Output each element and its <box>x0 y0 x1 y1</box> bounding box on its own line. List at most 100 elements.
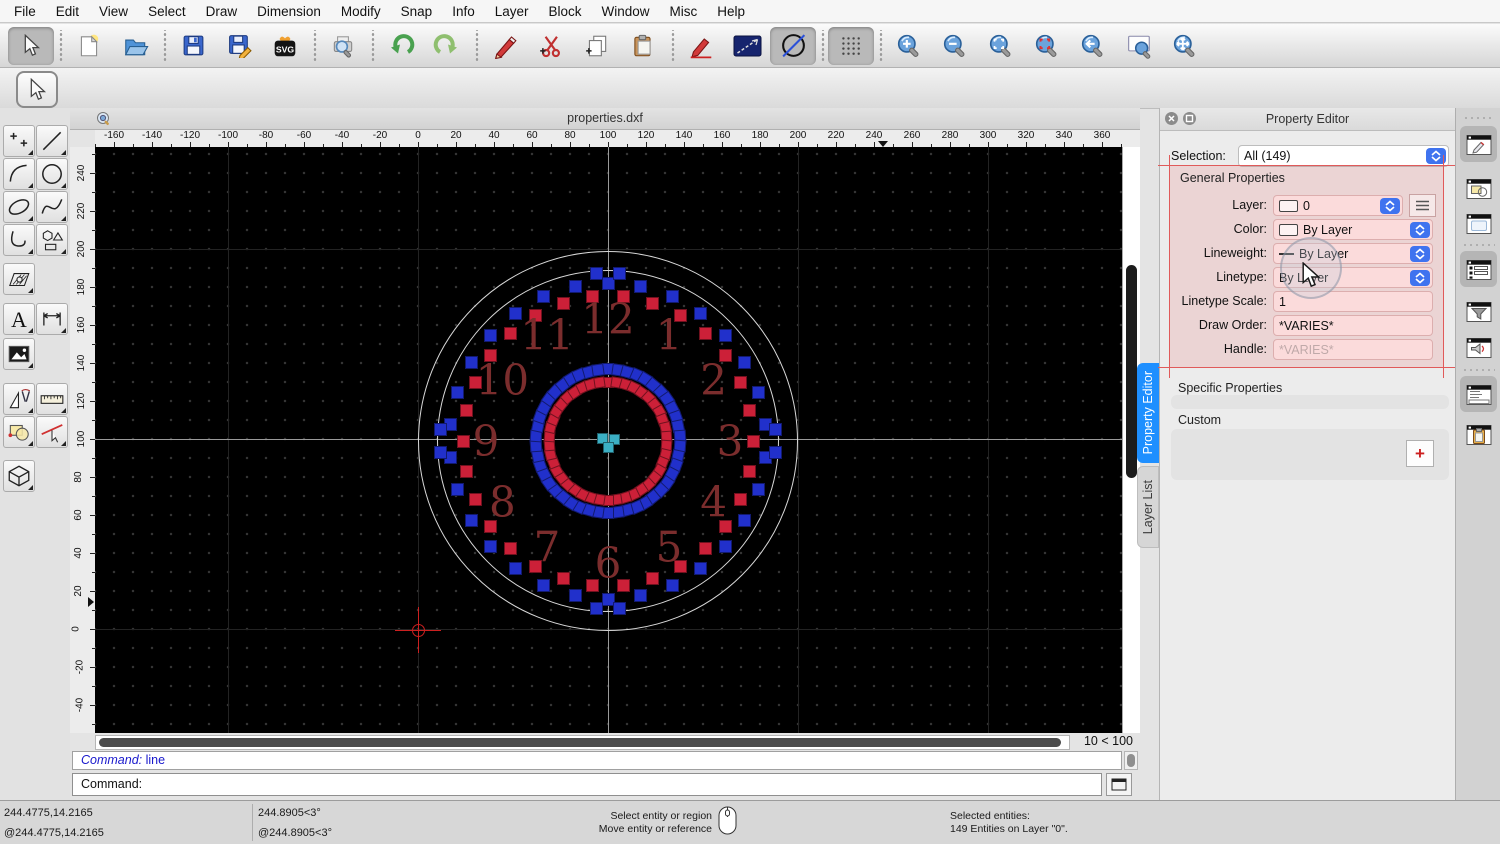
add-custom-property-button[interactable]: + <box>1406 440 1434 467</box>
tab-layer-list[interactable]: Layer List <box>1137 466 1159 548</box>
save-file-button[interactable] <box>170 27 216 65</box>
clock-square <box>613 267 626 280</box>
line-tool-button[interactable] <box>36 125 68 157</box>
command-window-toggle-button[interactable] <box>1106 773 1132 796</box>
command-history-scrollbar[interactable] <box>1124 751 1138 770</box>
image-tool-button[interactable] <box>3 338 35 370</box>
shapes-window-toggle-button[interactable] <box>1460 170 1497 206</box>
color-field[interactable]: By Layer <box>1273 219 1433 240</box>
save-as-button[interactable] <box>216 27 262 65</box>
clock-square <box>734 376 747 389</box>
menu-item-modify[interactable]: Modify <box>331 0 391 23</box>
save-file-icon <box>181 33 206 58</box>
layer-menu-button[interactable] <box>1409 194 1436 217</box>
zoom-in-button[interactable] <box>886 27 932 65</box>
undo-button[interactable] <box>378 27 424 65</box>
command-history-label: Command: <box>81 753 142 767</box>
menu-item-edit[interactable]: Edit <box>46 0 89 23</box>
command-window-toggle-button[interactable] <box>1460 376 1497 412</box>
command-input[interactable]: Command: <box>72 773 1102 796</box>
zoom-out-button[interactable] <box>932 27 978 65</box>
zoom-out-icon <box>942 33 968 59</box>
tab-property-editor[interactable]: Property Editor <box>1137 363 1159 463</box>
zoom-selection-button[interactable] <box>1024 27 1070 65</box>
combo-stepper[interactable] <box>1410 246 1430 262</box>
points-tool-button[interactable] <box>3 125 35 157</box>
menu-item-dimension[interactable]: Dimension <box>247 0 331 23</box>
selection-combo[interactable]: All (149) <box>1238 145 1449 167</box>
active-select-tool-button[interactable] <box>16 71 58 108</box>
draw-order-field[interactable]: *VARIES* <box>1273 315 1433 336</box>
menu-item-info[interactable]: Info <box>442 0 485 23</box>
menu-item-draw[interactable]: Draw <box>196 0 248 23</box>
menu-item-window[interactable]: Window <box>592 0 660 23</box>
list-window-toggle-button[interactable] <box>1460 251 1497 287</box>
line-icon <box>39 128 65 154</box>
clock-number: 9 <box>473 417 500 466</box>
copy-button[interactable] <box>574 27 620 65</box>
speaker-window-toggle-button[interactable] <box>1460 329 1497 365</box>
menu-item-view[interactable]: View <box>89 0 138 23</box>
canvas-horizontal-scrollbar[interactable] <box>95 735 1070 750</box>
combo-stepper[interactable] <box>1380 198 1400 214</box>
zoom-pan-button[interactable] <box>1162 27 1208 65</box>
redo-button[interactable] <box>424 27 470 65</box>
handle-field[interactable]: *VARIES* <box>1273 339 1433 360</box>
pro-tools-tool-button[interactable] <box>3 383 35 415</box>
ruler-label: 240 <box>76 165 87 182</box>
draw-freehand-button[interactable] <box>678 27 724 65</box>
combo-stepper[interactable] <box>1410 270 1430 286</box>
clock-square <box>634 280 647 293</box>
cut-button[interactable] <box>528 27 574 65</box>
menu-item-help[interactable]: Help <box>707 0 755 23</box>
zoom-window-button[interactable] <box>1116 27 1162 65</box>
clipboard-window-toggle-button[interactable] <box>1460 416 1497 452</box>
menu-item-layer[interactable]: Layer <box>485 0 539 23</box>
polyline-tool-button[interactable] <box>3 224 35 256</box>
document-titlebar[interactable]: properties.dxf <box>70 108 1140 130</box>
new-file-button[interactable] <box>66 27 112 65</box>
blank-window-toggle-button[interactable] <box>1460 205 1497 241</box>
zoom-previous-button[interactable] <box>1070 27 1116 65</box>
command-history-scroll-thumb[interactable] <box>1127 754 1135 767</box>
selection-box-button[interactable] <box>724 27 770 65</box>
dimension-tool-button[interactable] <box>36 303 68 335</box>
zoom-auto-button[interactable] <box>978 27 1024 65</box>
ellipse-tool-button[interactable] <box>3 191 35 223</box>
spline-tool-button[interactable] <box>36 191 68 223</box>
cube-tool-button[interactable] <box>3 460 35 492</box>
circle-mode-button[interactable] <box>770 27 816 65</box>
horizontal-scroll-thumb[interactable] <box>99 738 1061 747</box>
drawing-canvas[interactable]: 121234567891011 <box>95 147 1122 733</box>
text-tool-button[interactable]: A <box>3 303 35 335</box>
block-tool-button[interactable] <box>3 416 35 448</box>
modify-attributes-tool-button[interactable] <box>36 416 68 448</box>
menu-item-block[interactable]: Block <box>539 0 592 23</box>
arc-tool-button[interactable] <box>3 158 35 190</box>
paste-button[interactable] <box>620 27 666 65</box>
menu-item-select[interactable]: Select <box>138 0 196 23</box>
menu-item-snap[interactable]: Snap <box>391 0 443 23</box>
menu-item-file[interactable]: File <box>4 0 46 23</box>
erase-button[interactable] <box>482 27 528 65</box>
toolbar-separator <box>666 30 678 62</box>
hatch-tool-button[interactable] <box>3 263 35 295</box>
redo-icon <box>433 33 461 59</box>
circle-tool-button[interactable] <box>36 158 68 190</box>
combo-stepper[interactable] <box>1410 222 1430 238</box>
origin-marker <box>412 624 425 637</box>
clock-square <box>738 356 751 369</box>
menu-item-misc[interactable]: Misc <box>660 0 708 23</box>
draw-window-toggle-button[interactable] <box>1460 126 1497 162</box>
select-tool-button[interactable] <box>8 27 54 65</box>
svg-export-button[interactable]: SVG <box>262 27 308 65</box>
grid-toggle-button[interactable] <box>828 27 874 65</box>
layer-field[interactable]: 0 <box>1273 195 1403 216</box>
measure-tool-button[interactable] <box>36 383 68 415</box>
vertical-scroll-thumb[interactable] <box>1126 265 1137 478</box>
print-preview-button[interactable] <box>320 27 366 65</box>
filter-window-toggle-button[interactable] <box>1460 293 1497 329</box>
shapes-tool-button[interactable] <box>36 224 68 256</box>
measure-icon <box>39 386 65 412</box>
open-file-button[interactable] <box>112 27 158 65</box>
